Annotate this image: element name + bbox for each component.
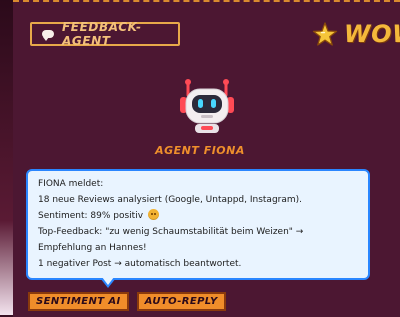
message-line: Top-Feedback: "zu wenig Schaumstabilität… — [38, 227, 304, 237]
feature-tags: SENTIMENT AI AUTO-REPLY — [28, 292, 226, 311]
agent-message-bubble: FIONA meldet: 18 neue Reviews analysiert… — [26, 169, 370, 288]
star-icon — [312, 22, 338, 46]
agent-name: AGENT FIONA — [155, 144, 245, 157]
feedback-agent-label: FEEDBACK-AGENT — [62, 20, 142, 48]
message-line: 18 neue Reviews analysiert (Google, Unta… — [38, 195, 303, 205]
smiling-face-icon — [147, 209, 159, 220]
wow-badge: WOW! — [310, 18, 400, 52]
sentiment-text: Sentiment: 89% positiv — [38, 211, 144, 221]
robot-icon — [180, 79, 234, 133]
auto-reply-tag: AUTO-REPLY — [136, 292, 226, 311]
message-line: Empfehlung an Hannes! — [38, 243, 147, 253]
chat-bubble-icon — [42, 30, 54, 41]
wow-text: WOW! — [344, 20, 400, 48]
message-line: 1 negativer Post → automatisch beantwort… — [38, 259, 242, 269]
sentiment-ai-tag: SENTIMENT AI — [28, 292, 129, 311]
feedback-agent-chip: FEEDBACK-AGENT — [30, 20, 180, 48]
sentiment-line: Sentiment: 89% positiv — [38, 208, 358, 224]
left-edge-strip — [0, 0, 13, 315]
message-line: FIONA meldet: — [38, 179, 104, 189]
